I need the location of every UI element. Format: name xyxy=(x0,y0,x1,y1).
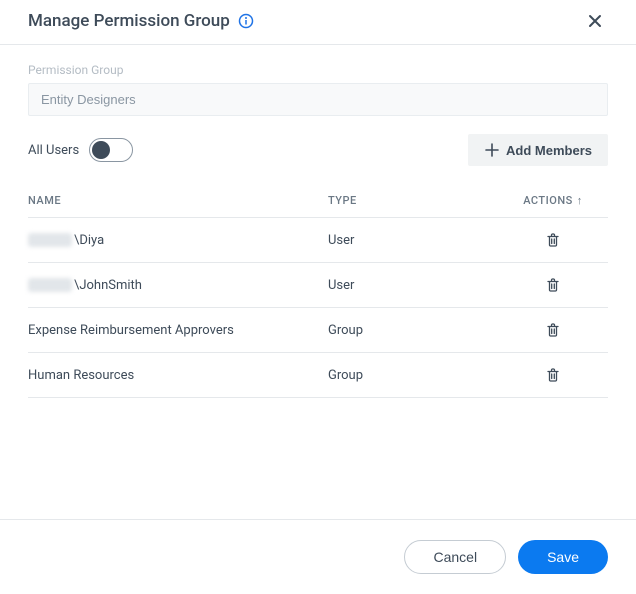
delete-button[interactable] xyxy=(543,230,563,250)
controls-row: All Users Add Members xyxy=(28,134,608,166)
cell-name: \Diya xyxy=(28,233,328,248)
cell-type: User xyxy=(328,278,498,293)
close-icon xyxy=(586,12,604,30)
cell-type: User xyxy=(328,233,498,248)
permission-group-label: Permission Group xyxy=(28,63,608,77)
column-name: NAME xyxy=(28,194,328,207)
cell-type: Group xyxy=(328,368,498,383)
dialog-content: Permission Group All Users Add Members N… xyxy=(0,45,636,398)
all-users-toggle[interactable] xyxy=(89,138,133,162)
cancel-button[interactable]: Cancel xyxy=(404,540,506,574)
toggle-knob xyxy=(92,141,110,159)
table-header: NAME TYPE ACTIONS ↑ xyxy=(28,184,608,218)
trash-icon xyxy=(545,367,561,383)
cell-actions xyxy=(498,365,608,385)
add-members-label: Add Members xyxy=(506,143,592,158)
table-row: \JohnSmith User xyxy=(28,263,608,308)
cell-name: Human Resources xyxy=(28,368,328,383)
info-icon[interactable] xyxy=(238,13,254,29)
sort-arrow-up-icon: ↑ xyxy=(577,194,583,207)
column-type: TYPE xyxy=(328,194,498,207)
trash-icon xyxy=(545,322,561,338)
delete-button[interactable] xyxy=(543,365,563,385)
table-row: Human Resources Group xyxy=(28,353,608,398)
permission-group-input[interactable] xyxy=(28,83,608,116)
delete-button[interactable] xyxy=(543,275,563,295)
redacted-prefix xyxy=(28,278,72,292)
column-actions[interactable]: ACTIONS ↑ xyxy=(498,194,608,207)
cell-name: \JohnSmith xyxy=(28,278,328,293)
dialog-footer: Cancel Save xyxy=(0,519,636,594)
all-users-control: All Users xyxy=(28,138,133,162)
cell-actions xyxy=(498,230,608,250)
cell-actions xyxy=(498,320,608,340)
trash-icon xyxy=(545,232,561,248)
page-title: Manage Permission Group xyxy=(28,11,254,31)
table-body: \Diya User \JohnSmith User Expense Reimburse… xyxy=(28,218,608,398)
dialog-header: Manage Permission Group xyxy=(0,0,636,45)
page-title-text: Manage Permission Group xyxy=(28,11,230,31)
member-name: \JohnSmith xyxy=(74,278,142,293)
save-button[interactable]: Save xyxy=(518,540,608,574)
add-members-button[interactable]: Add Members xyxy=(468,134,608,166)
all-users-label: All Users xyxy=(28,143,79,158)
table-row: Expense Reimbursement Approvers Group xyxy=(28,308,608,353)
member-name: Expense Reimbursement Approvers xyxy=(28,323,234,338)
close-button[interactable] xyxy=(582,8,608,34)
column-actions-label: ACTIONS xyxy=(523,194,573,207)
table-row: \Diya User xyxy=(28,218,608,263)
members-table: NAME TYPE ACTIONS ↑ \Diya User \JohnSmith U… xyxy=(28,184,608,398)
cell-name: Expense Reimbursement Approvers xyxy=(28,323,328,338)
delete-button[interactable] xyxy=(543,320,563,340)
redacted-prefix xyxy=(28,233,72,247)
plus-icon xyxy=(484,142,500,158)
cell-actions xyxy=(498,275,608,295)
cell-type: Group xyxy=(328,323,498,338)
member-name: Human Resources xyxy=(28,368,134,383)
trash-icon xyxy=(545,277,561,293)
member-name: \Diya xyxy=(74,233,104,248)
